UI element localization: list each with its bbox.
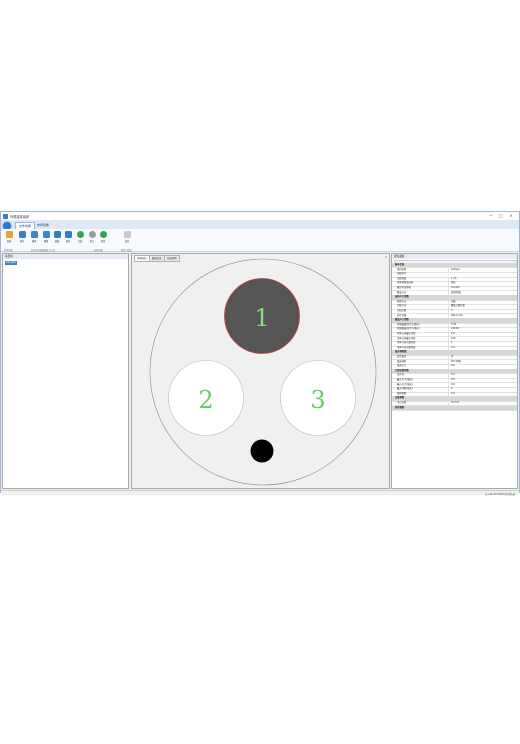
cable-section-drawing: 1 2 3 — [149, 258, 377, 486]
ribbon-group-view: 显示样式及视图显示方式 — [31, 249, 56, 252]
ribbon-button-label: 编辑 — [54, 240, 60, 243]
stop-button[interactable]: 停止 — [87, 231, 97, 243]
app-window: 外观选择窗体 — □ × 文件功能 布局功能 新建 保存 撤销 重做 编辑 属性 开始 停止检… — [0, 211, 520, 496]
ribbon-button-label: 重做 — [43, 240, 49, 243]
minimize-button[interactable]: — — [487, 213, 495, 219]
ribbon-button-label: 新建 — [6, 240, 12, 243]
properties-panel: 属性面板 基本信息 项目名称 Sample 电缆型号 芯数规格 1 (3) 导体材料及标准铜… — [391, 253, 518, 489]
redo-button[interactable]: 重做 — [41, 231, 51, 243]
ribbon-group-file: 文件功能 — [4, 249, 13, 252]
ribbon-tab-strip — [1, 220, 519, 229]
check-button[interactable]: 检查 — [98, 231, 108, 243]
status-text: 长 (26.9771656) 外径信息 — [485, 492, 515, 496]
window-title: 外观选择窗体 — [10, 215, 30, 219]
tree-item-sample[interactable]: Sample — [5, 261, 17, 265]
maximize-button[interactable]: □ — [497, 213, 505, 219]
ribbon-button-label: 开始 — [77, 240, 83, 243]
ribbon-button-label: 停止 — [89, 240, 95, 243]
lock-button[interactable]: 锁定 — [122, 231, 132, 243]
cable-3-label: 3 — [310, 386, 325, 414]
cable-2-label: 2 — [198, 386, 213, 414]
filler-circle[interactable] — [250, 439, 274, 463]
ribbon-button-label: 锁定 — [124, 240, 130, 243]
stop-icon — [88, 231, 96, 238]
tab-layout-functions[interactable]: 布局功能 — [34, 222, 52, 229]
project-tree-header: 项目树 — [3, 254, 128, 259]
undo-button[interactable]: 撤销 — [29, 231, 39, 243]
cable-1-label: 1 — [254, 304, 269, 332]
property-category[interactable]: 其他参数 — [392, 405, 517, 411]
lock-icon — [123, 231, 131, 238]
layout-canvas-panel: 外观布局 截面信息 布局说明 × 1 2 3 — [131, 253, 390, 489]
redo-icon — [42, 231, 50, 238]
save-icon — [18, 231, 26, 238]
properties-header: 属性面板 — [392, 254, 517, 259]
title-bar: 外观选择窗体 — □ × — [1, 212, 519, 220]
close-button[interactable]: × — [507, 213, 515, 219]
ribbon-group-layout: 布局功能 — [94, 249, 103, 252]
ribbon-button-label: 撤销 — [31, 240, 37, 243]
check-icon — [99, 231, 107, 238]
ribbon-button-label: 检查 — [100, 240, 106, 243]
properties-button[interactable]: 属性 — [63, 231, 73, 243]
property-name: 其他参数 — [395, 405, 405, 409]
status-bar: 长 (26.9771656) 外径信息 — [1, 490, 519, 496]
project-tree-panel: 项目树 Sample — [2, 253, 129, 489]
edit-icon — [53, 231, 61, 238]
ribbon-group-check: 检查与锁定 — [121, 249, 132, 252]
ribbon-button-label: 保存 — [19, 240, 25, 243]
play-icon — [76, 231, 84, 238]
save-button[interactable]: 保存 — [17, 231, 27, 243]
properties-icon — [64, 231, 72, 238]
folder-open-icon — [5, 231, 13, 238]
play-button[interactable]: 开始 — [75, 231, 85, 243]
ribbon-button-label: 属性 — [65, 240, 71, 243]
folder-open-button[interactable]: 新建 — [4, 231, 14, 243]
edit-button[interactable]: 编辑 — [52, 231, 62, 243]
app-icon — [3, 213, 8, 219]
undo-icon — [30, 231, 38, 238]
